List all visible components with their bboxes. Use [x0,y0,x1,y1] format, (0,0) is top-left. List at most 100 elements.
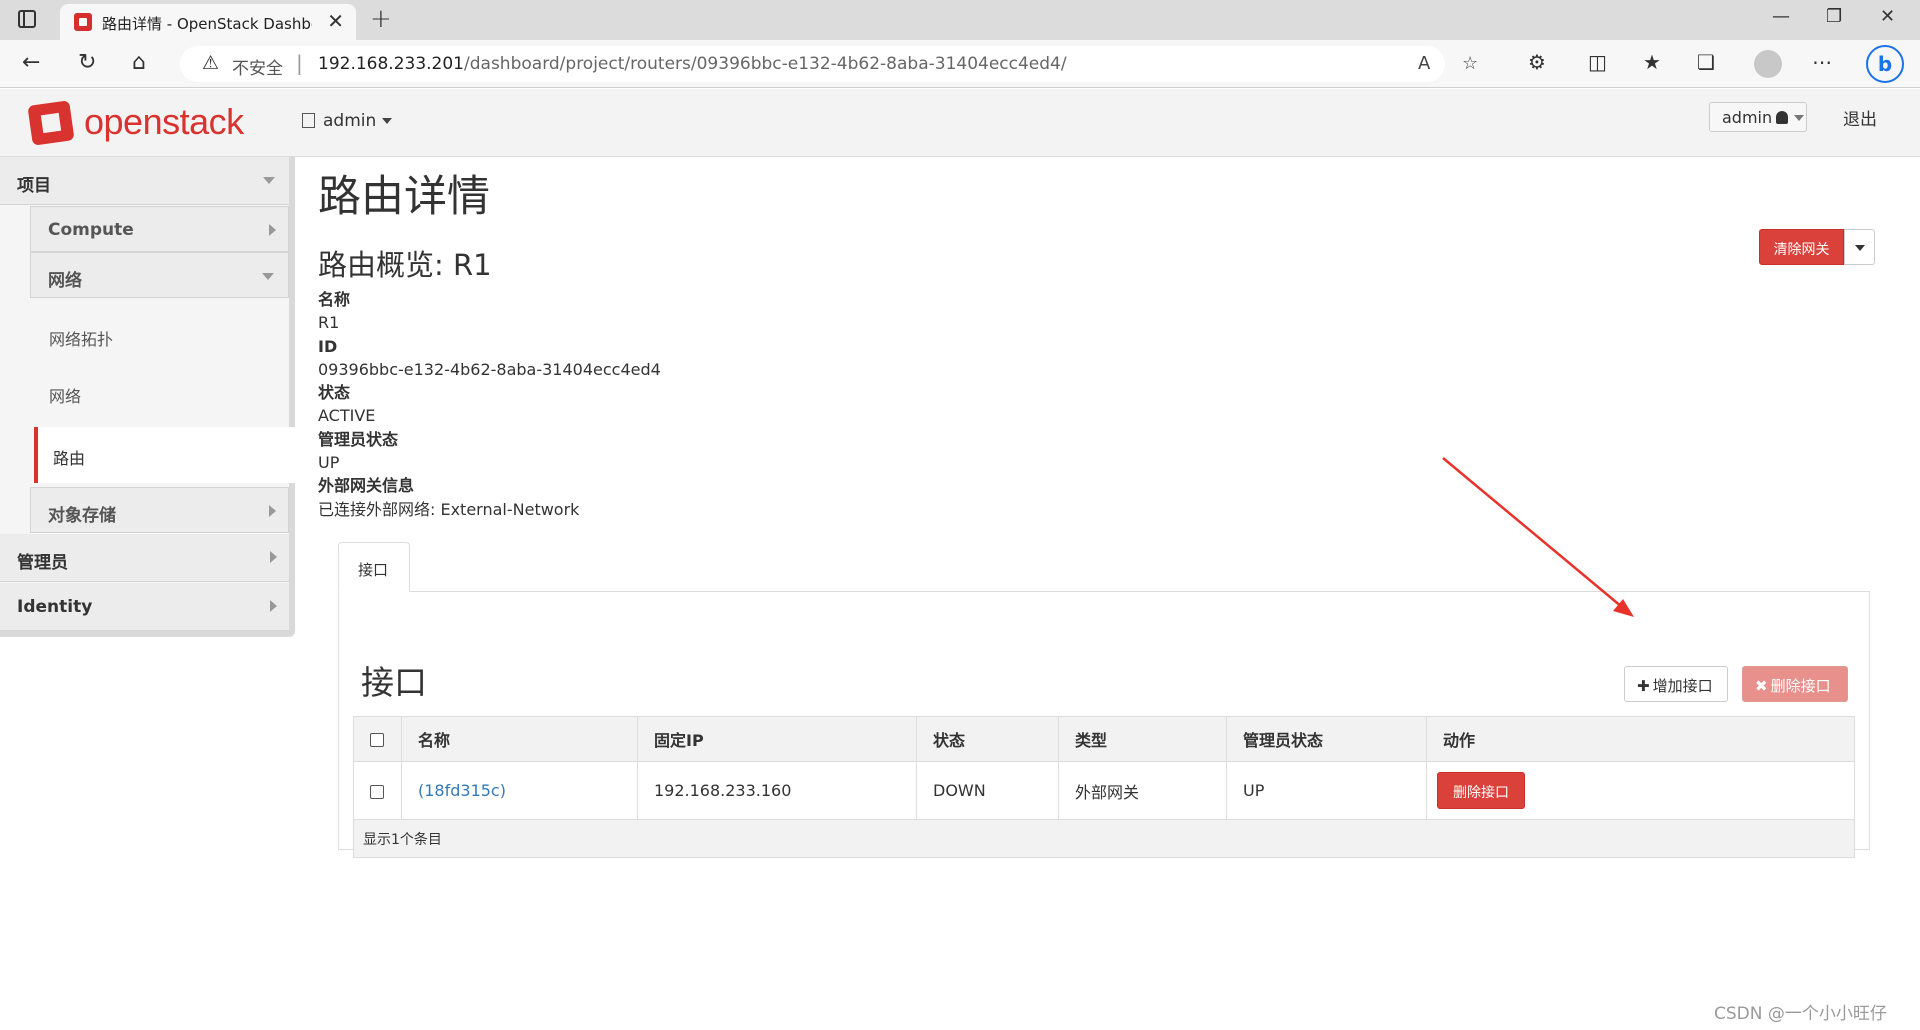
openstack-logo-icon[interactable] [27,100,75,146]
table-footer-count: 显示1个条目 [353,819,1855,858]
back-icon[interactable]: ← [22,50,40,75]
sidebar-item-network-topology[interactable]: 网络拓扑 [30,308,289,364]
bing-icon[interactable]: b [1866,45,1904,83]
cell-name: (18fd315c) [401,761,638,820]
logo-text[interactable]: openstack [84,101,244,143]
add-interface-label: 增加接口 [1652,677,1713,695]
sidebar-item-networks[interactable]: 网络 [30,365,289,421]
more-icon[interactable]: ⋯ [1812,50,1832,74]
detail-value: 09396bbc-e132-4b62-8aba-31404ecc4ed4 [318,359,661,379]
table-header-row: 名称 固定IP 状态 类型 管理员状态 动作 [353,716,1855,762]
home-icon[interactable]: ⌂ [132,50,146,75]
restore-icon[interactable]: ❐ [1826,6,1842,27]
detail-term: ID [318,336,338,356]
reload-icon[interactable]: ↻ [78,50,96,75]
detail-term: 名称 [318,290,351,309]
cell-fixed-ip: 192.168.233.160 [637,761,917,820]
tab-interfaces[interactable]: 接口 [338,542,410,592]
url-separator: | [296,51,303,75]
read-aloud-icon[interactable]: A [1418,53,1430,74]
sidebar-item-network[interactable]: 网络 [30,252,289,298]
extensions-icon[interactable]: ⚙ [1528,50,1546,74]
warning-icon[interactable]: ⚠ [202,52,219,74]
sidebar-item-admin[interactable]: 管理员 [0,534,289,582]
column-header-type[interactable]: 类型 [1058,716,1227,762]
openstack-favicon-icon [74,13,92,31]
watermark: CSDN @一个小小旺仔 [1714,1004,1887,1024]
table-row: (18fd315c) 192.168.233.160 DOWN 外部网关 UP … [353,761,1855,820]
section-title: 接口 [361,663,427,702]
sidebar-item-label: 网络 [48,271,82,291]
sidebar-item-compute[interactable]: Compute [30,206,289,252]
table-footer-row: 显示1个条目 [353,819,1855,858]
add-favorite-icon[interactable]: ☆ [1462,53,1478,74]
sidebar-toggle-icon[interactable] [18,10,36,28]
delete-interface-button[interactable]: 删除接口 [1437,772,1525,809]
tab-content: 接口 ✚增加接口 ✖删除接口 名称 固定IP 状态 类型 管理员状态 动作 [338,591,1870,858]
split-screen-icon[interactable]: ◫ [1588,50,1607,74]
new-tab-icon[interactable]: + [370,4,392,34]
insecure-label[interactable]: 不安全 [232,54,283,79]
router-details: 名称 R1 ID 09396bbc-e132-4b62-8aba-31404ec… [318,288,661,521]
sidebar-item-identity[interactable]: Identity [0,583,289,631]
select-all-checkbox[interactable] [370,733,384,747]
close-icon[interactable]: ✕ [327,9,344,33]
profile-icon[interactable] [1754,50,1782,78]
sidebar: 项目 Compute 网络 网络拓扑 网络 路由 对象存储 管理员 Identi… [0,157,295,637]
url-host: 192.168.233.201 [318,54,465,74]
page-title: 路由详情 [318,172,490,222]
column-header-admin-state[interactable]: 管理员状态 [1226,716,1427,762]
overview-title: 路由概览: R1 [318,248,492,282]
sidebar-item-label: Compute [48,220,134,240]
browser-tab[interactable]: 路由详情 - OpenStack Dashboard ✕ [60,4,356,40]
column-header-fixed-ip[interactable]: 固定IP [637,716,917,762]
collections-icon[interactable]: ❏ [1697,50,1715,74]
detail-value: 已连接外部网络: External-Network [318,499,580,519]
favorites-icon[interactable]: ★ [1643,50,1661,74]
minimize-icon[interactable]: — [1772,6,1790,27]
clear-gateway-button[interactable]: 清除网关 [1759,229,1844,265]
openstack-header: openstack admin admin 退出 [0,89,1920,157]
delete-interfaces-label: 删除接口 [1770,677,1831,695]
add-interface-button[interactable]: ✚ 增加接口 [1624,666,1728,702]
url-path: /dashboard/project/routers/09396bbc-e132… [464,54,1067,74]
plus-icon: ✚ [1637,677,1650,695]
close-icon: ✖ [1755,677,1768,695]
column-header-name[interactable]: 名称 [401,716,638,762]
browser-tab-bar: 路由详情 - OpenStack Dashboard ✕ + — ❐ ✕ [0,0,1920,40]
sidebar-item-routers[interactable]: 路由 [34,427,295,483]
chevron-right-icon [269,224,276,236]
cell-actions: 删除接口 [1426,761,1855,820]
column-header-actions: 动作 [1426,716,1855,762]
chevron-down-icon [262,273,274,280]
interfaces-table: 名称 固定IP 状态 类型 管理员状态 动作 (18fd315c) 192.16… [353,716,1855,858]
gateway-dropdown-toggle[interactable] [1844,229,1875,265]
row-checkbox[interactable] [370,784,384,799]
chevron-right-icon [270,551,277,563]
sidebar-item-project[interactable]: 项目 [0,157,289,205]
delete-interfaces-button[interactable]: ✖ 删除接口 [1742,666,1848,702]
window-close-icon[interactable]: ✕ [1880,6,1895,27]
user-icon [1776,111,1789,124]
address-toolbar: ← ↻ ⌂ ⚠ 不安全 | 192.168.233.201/dashboard/… [0,40,1920,88]
chevron-down-icon [382,118,393,124]
project-selector[interactable]: admin [302,111,393,131]
url-text[interactable]: 192.168.233.201/dashboard/project/router… [318,54,1067,74]
detail-value: UP [318,453,340,473]
detail-value: R1 [318,313,340,333]
sidebar-item-object-store[interactable]: 对象存储 [30,487,289,533]
select-all-cell [353,716,402,762]
signout-link[interactable]: 退出 [1843,105,1877,130]
project-icon [302,113,315,128]
interfaces-tabs: 接口 接口 ✚ 增加接口 ✖ 删除接口 名称 固定IP 状态 类型 管理员状态 动作 [338,542,1870,858]
user-menu-button[interactable]: admin [1709,102,1807,132]
sidebar-item-label: 对象存储 [48,506,116,526]
project-label: admin [323,111,377,131]
detail-term: 外部网关信息 [318,476,415,496]
interface-link[interactable]: (18fd315c) [418,781,506,800]
column-header-status[interactable]: 状态 [916,716,1059,762]
cell-admin-state: UP [1226,761,1427,820]
sidebar-item-label: 项目 [17,176,51,196]
url-bar[interactable]: ⚠ 不安全 | 192.168.233.201/dashboard/projec… [180,46,1478,82]
chevron-down-icon [263,177,275,184]
